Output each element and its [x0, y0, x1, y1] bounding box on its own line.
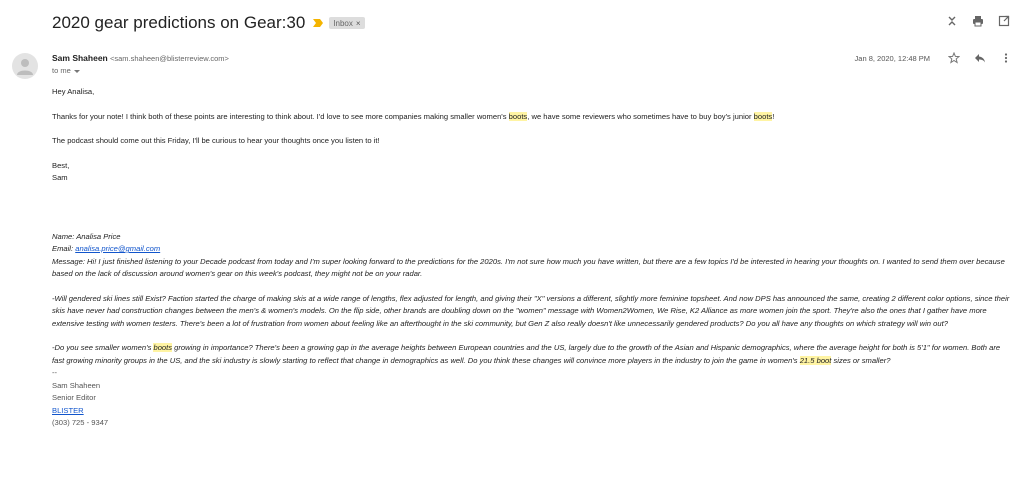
signature-title: Senior Editor [52, 393, 96, 402]
signature: -- Sam Shaheen Senior Editor BLISTER (30… [52, 367, 1012, 430]
email-subject: 2020 gear predictions on Gear:30 [52, 13, 306, 32]
print-icon[interactable] [972, 14, 984, 27]
expand-collapse-icon[interactable] [946, 14, 958, 26]
message-actions [947, 51, 1012, 64]
star-icon[interactable] [947, 51, 961, 64]
quoted-paragraph-2: -Will gendered ski lines still Exist? Fa… [52, 293, 1010, 328]
more-vert-icon[interactable] [1000, 51, 1012, 63]
closing: Best, [52, 160, 70, 170]
chevron-down-icon[interactable] [73, 69, 80, 73]
recipient-details[interactable]: to me [52, 66, 80, 75]
open-in-new-window-icon[interactable] [998, 14, 1010, 27]
company-link[interactable]: BLISTER [52, 406, 84, 415]
quoted-form-submission: Name: Analisa Price Email: analisa.price… [52, 231, 1012, 368]
quoted-email-line: Email: analisa.price@gmail.com [52, 243, 1012, 256]
search-highlight: boots [508, 111, 528, 121]
message-body: Hey Analisa, Thanks for your note! I thi… [52, 86, 1012, 430]
body-text: Thanks for your note! I think both of th… [52, 111, 509, 121]
reply-icon[interactable] [974, 51, 986, 63]
body-text: , we have some reviewers who sometimes h… [527, 111, 754, 121]
inbox-label-chip: Inbox × [329, 17, 365, 29]
search-highlight: 21.5 boot [799, 355, 832, 365]
remove-label-icon[interactable]: × [356, 19, 361, 28]
quoted-name: Name: Analisa Price [52, 231, 121, 241]
recipient-text: to me [52, 66, 71, 75]
quoted-message: Message: Hi! I just finished listening t… [52, 256, 1005, 279]
quoted-text: -Do you see smaller women's [52, 343, 154, 352]
quoted-email-label: Email: [52, 244, 76, 253]
greeting: Hey Analisa, [52, 87, 95, 96]
person-icon [17, 59, 33, 75]
sender-line: Sam Shaheen <sam.shaheen@blisterreview.c… [52, 53, 229, 63]
email-link[interactable]: analisa.price@gmail.com [75, 244, 160, 253]
sender-email: <sam.shaheen@blisterreview.com> [109, 54, 229, 63]
subject-row: 2020 gear predictions on Gear:30 Inbox × [52, 12, 365, 34]
signature-name: Sam Shaheen [52, 380, 101, 390]
body-text: ! [772, 111, 775, 121]
quoted-text: sizes or smaller? [831, 355, 891, 365]
body-paragraph-2: The podcast should come out this Friday,… [52, 136, 380, 145]
sign-off: Sam [52, 173, 68, 182]
inbox-label-text: Inbox [333, 18, 353, 28]
search-highlight: boots [753, 111, 773, 121]
sender-name[interactable]: Sam Shaheen [52, 53, 108, 63]
search-highlight: boots [153, 343, 173, 352]
thread-actions [946, 14, 1010, 27]
signature-dashes: -- [52, 368, 58, 377]
signature-phone: (303) 725 - 9347 [52, 418, 109, 427]
quoted-paragraph-3: -Do you see smaller women's boots growin… [52, 342, 1012, 367]
avatar[interactable] [12, 53, 38, 79]
importance-marker-icon[interactable] [313, 19, 324, 27]
body-paragraph-1: Thanks for your note! I think both of th… [52, 111, 1012, 124]
message-date: Jan 8, 2020, 12:48 PM [854, 54, 930, 63]
